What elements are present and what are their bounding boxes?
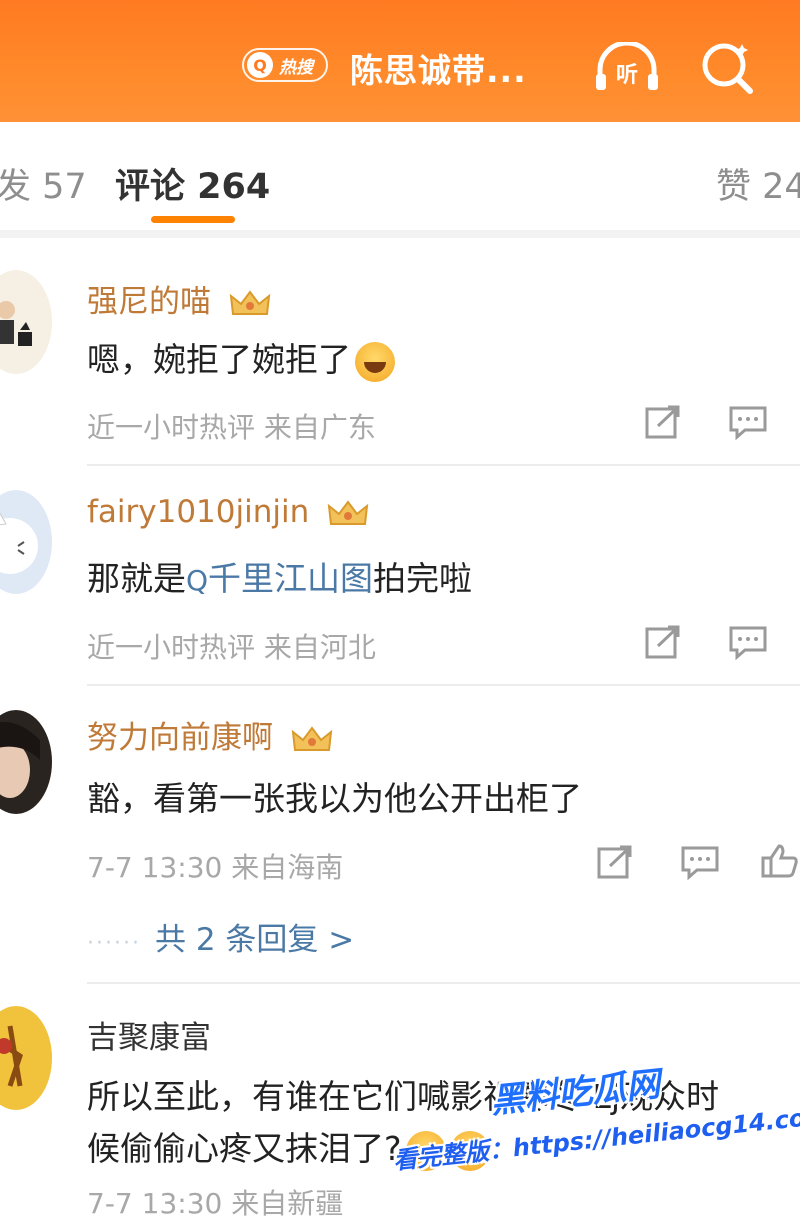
crown-vip-icon [229,289,271,315]
search-icon[interactable] [698,38,756,94]
topic-link[interactable]: Q千里江山图 [186,559,373,598]
topic-search-icon: Q [186,564,209,597]
share-icon[interactable] [644,404,684,440]
headphones-listen-icon[interactable]: 听 [592,42,662,92]
comment-text: 豁，看第一张我以为他公开出柜了 [87,779,582,818]
active-tab-indicator [151,216,235,223]
share-icon[interactable] [596,844,636,880]
tab-likes[interactable]: 赞 24 [716,158,800,209]
username[interactable]: 吉聚康富 [87,1012,211,1057]
search-small-icon: Q [247,52,273,78]
username[interactable]: fairy1010jinjin [87,494,369,530]
header-title[interactable]: 陈思诚带... [350,44,527,92]
reply-comment-icon[interactable] [680,844,720,880]
divider [0,230,800,238]
hot-search-badge[interactable]: Q 热搜 [242,48,328,82]
comment-text: 嗯，婉拒了婉拒了 [87,333,395,382]
username[interactable]: 强尼的喵 [87,276,271,321]
avatar[interactable] [0,490,52,594]
divider [87,684,800,686]
avatar[interactable] [0,710,52,814]
comment-meta: 近一小时热评 来自河北 [87,631,376,664]
reply-comment-icon[interactable] [728,404,768,440]
hot-search-label: 热搜 [279,57,313,78]
divider [87,464,800,466]
view-replies-link[interactable]: ······ 共 2 条回复 > [87,914,354,959]
listen-label: 听 [616,63,638,88]
tab-bar: 发 57 评论 264 赞 24 [0,122,800,232]
tab-repost[interactable]: 发 57 [0,158,87,209]
avatar[interactable] [0,270,52,374]
reply-comment-icon[interactable] [728,624,768,660]
comment-meta: 7-7 13:30 来自新疆 [87,1187,344,1220]
divider [87,982,800,984]
top-header: Q 热搜 陈思诚带... 听 [0,0,800,122]
comment-meta: 近一小时热评 来自广东 [87,411,376,444]
comment-text: 那就是Q千里江山图拍完啦 [87,559,473,598]
dotted-line: ······ [87,931,141,956]
crown-vip-icon [291,725,333,751]
share-icon[interactable] [644,624,684,660]
crown-vip-icon [327,499,369,525]
like-thumb-icon[interactable] [760,842,800,878]
username[interactable]: 努力向前康啊 [87,712,333,757]
avatar[interactable] [0,1006,52,1110]
tab-comments[interactable]: 评论 264 [115,158,270,209]
laugh-cry-emoji-icon [355,341,395,382]
comment-meta: 7-7 13:30 来自海南 [87,851,344,884]
